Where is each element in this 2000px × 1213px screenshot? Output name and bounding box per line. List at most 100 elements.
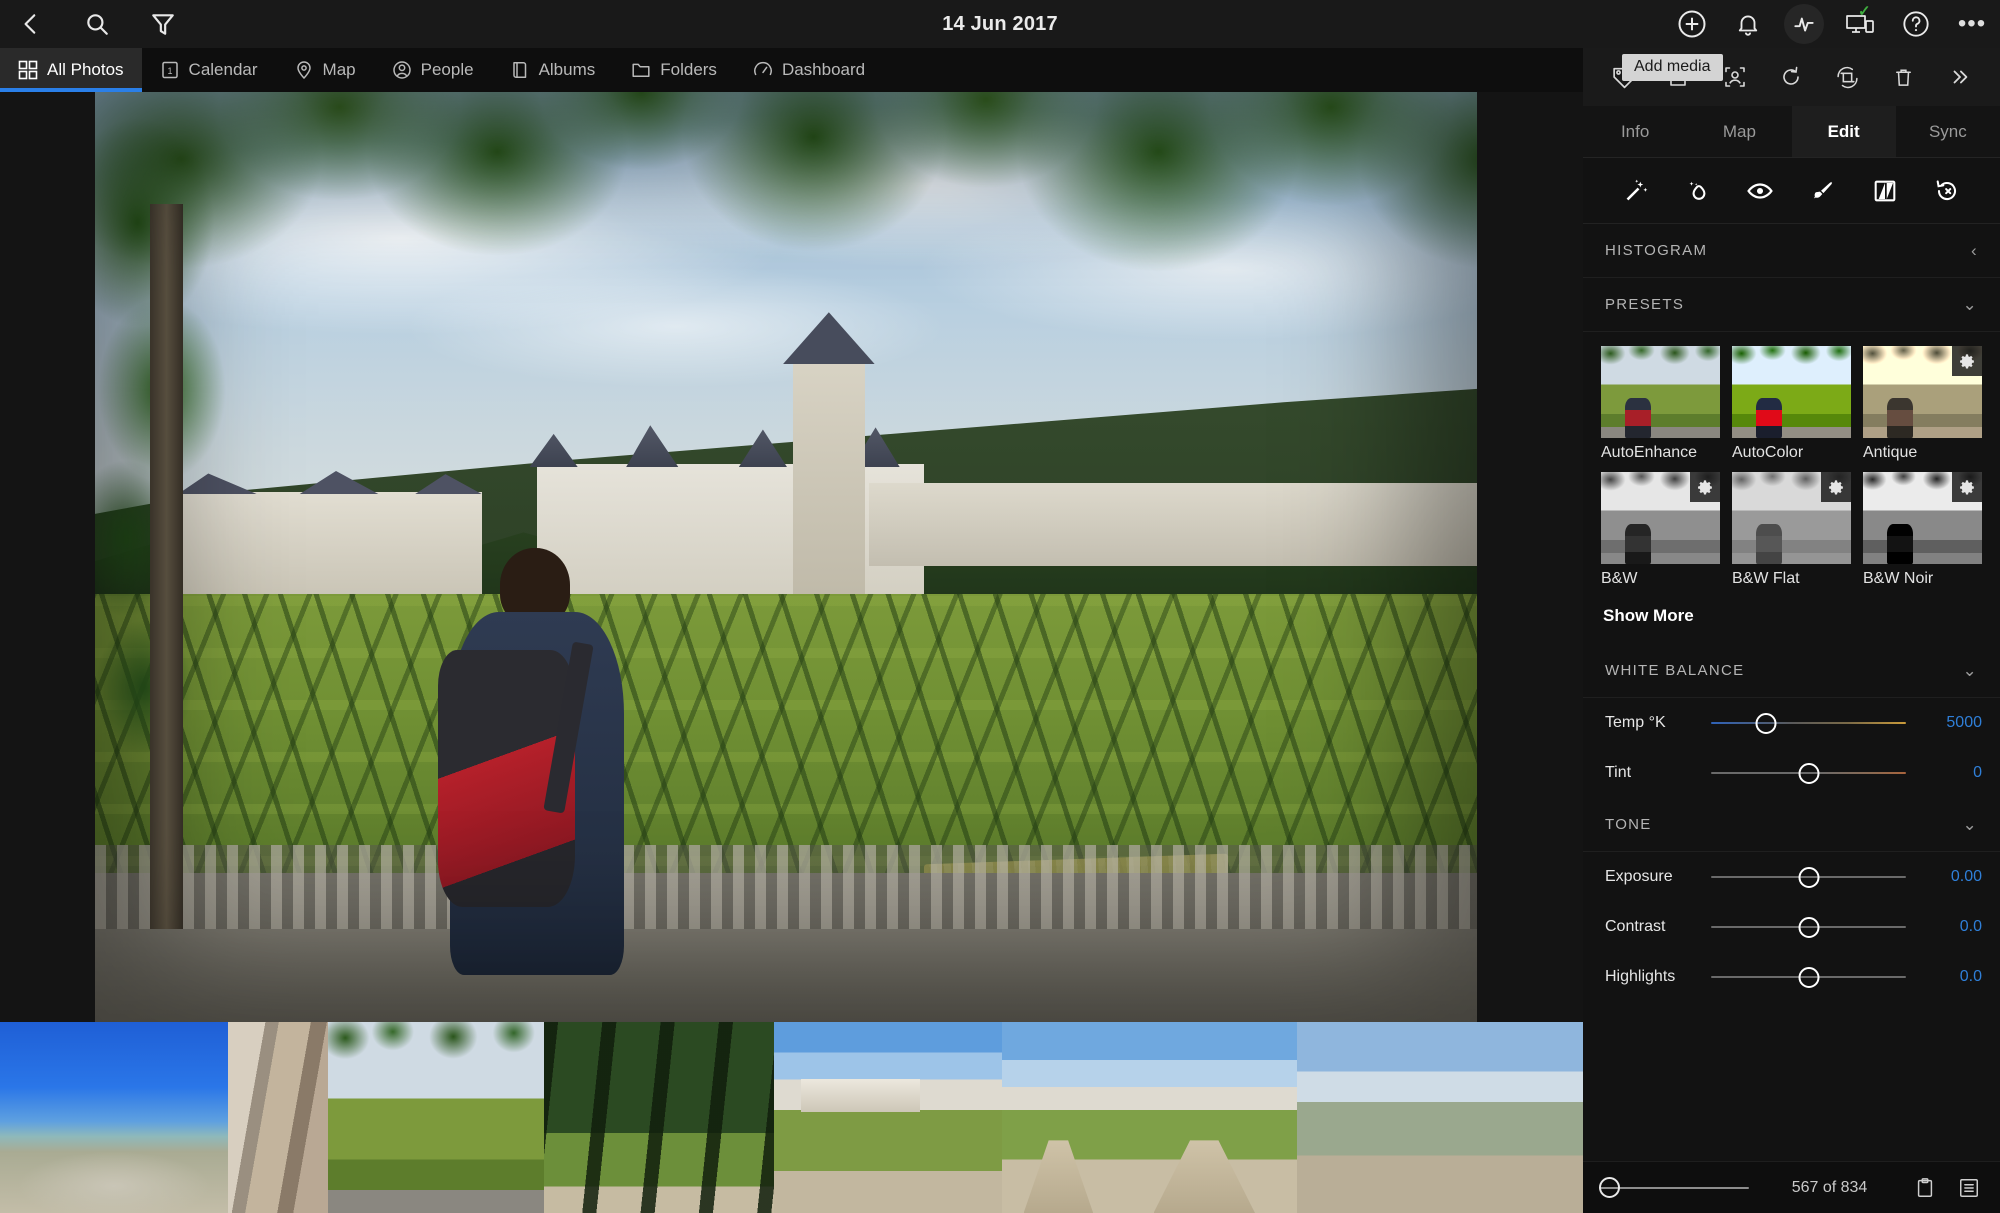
preset-thumbnail[interactable] (1732, 346, 1851, 438)
slider-knob[interactable] (1798, 916, 1819, 938)
nav-item-label: People (420, 60, 474, 79)
nav-item-map[interactable]: Map (276, 48, 374, 92)
slider-knob[interactable] (1798, 866, 1819, 888)
preset-bw-flat[interactable]: B&W Flat (1732, 472, 1851, 588)
edit-tool-row (1583, 158, 2000, 224)
preset-thumbnail[interactable] (1863, 346, 1982, 438)
add-media-tooltip: Add media (1622, 54, 1723, 81)
revert-icon[interactable] (1928, 172, 1966, 210)
devices-sync-icon[interactable]: ✓ (1840, 3, 1880, 44)
back-icon[interactable] (10, 3, 52, 45)
filmstrip-thumb-forest-path[interactable] (544, 1022, 774, 1213)
nav-item-albums[interactable]: Albums (492, 48, 614, 92)
red-eye-icon[interactable] (1741, 172, 1779, 210)
slider-value[interactable]: 5000 (1920, 714, 1982, 732)
filmstrip-thumb-street[interactable] (228, 1022, 328, 1213)
tab-sync[interactable]: Sync (1895, 106, 2000, 157)
gear-icon[interactable] (1952, 472, 1982, 502)
chevron-down-icon[interactable]: ⌄ (1962, 662, 1978, 679)
slider-track-area[interactable] (1711, 761, 1906, 785)
preset-thumbnail[interactable] (1601, 472, 1720, 564)
white-balance-section-header[interactable]: WHITE BALANCE ⌄ (1583, 644, 2000, 698)
slider-track-area[interactable] (1711, 711, 1906, 735)
slider-value[interactable]: 0.0 (1920, 968, 1982, 986)
preset-autoenhance[interactable]: AutoEnhance (1601, 346, 1720, 462)
preset-autocolor[interactable]: AutoColor (1732, 346, 1851, 462)
photo-wooden-post (150, 203, 184, 929)
slider-label: Temp °K (1605, 714, 1666, 731)
preset-antique[interactable]: Antique (1863, 346, 1982, 462)
chevron-down-icon[interactable]: ⌄ (1962, 296, 1978, 313)
thumb-image (0, 1022, 228, 1213)
slider-value[interactable]: 0.0 (1920, 918, 1982, 936)
tone-title: TONE (1605, 816, 1652, 833)
filmstrip-thumb-garden-walk[interactable] (1002, 1022, 1122, 1213)
magic-wand-icon[interactable] (1617, 172, 1655, 210)
clipboard-icon[interactable] (1910, 1173, 1940, 1203)
nav-item-people[interactable]: People (374, 48, 492, 92)
preset-bw[interactable]: B&W (1601, 472, 1720, 588)
help-icon[interactable] (1896, 4, 1936, 44)
before-after-icon[interactable] (1866, 172, 1904, 210)
nav-item-label: Albums (538, 60, 596, 79)
preset-label: B&W (1601, 570, 1638, 587)
filmstrip-thumb-city-view[interactable] (0, 1022, 228, 1213)
nav-item-calendar[interactable]: 1 Calendar (142, 48, 276, 92)
gear-icon[interactable] (1690, 472, 1720, 502)
brush-icon[interactable] (1804, 172, 1842, 210)
filmstrip[interactable] (0, 1022, 1583, 1213)
slider-track-area[interactable] (1711, 965, 1906, 989)
gear-icon[interactable] (1821, 472, 1851, 502)
gear-icon[interactable] (1952, 346, 1982, 376)
chateau-villandry-garden-photo[interactable] (95, 92, 1477, 1022)
slider-knob[interactable] (1798, 966, 1819, 988)
slider-value[interactable]: 0 (1920, 764, 1982, 782)
slider-label: Highlights (1605, 968, 1676, 985)
delete-trash-icon[interactable] (1884, 57, 1924, 97)
preset-thumbnail[interactable] (1863, 472, 1982, 564)
tone-section-header[interactable]: TONE ⌄ (1583, 798, 2000, 852)
show-more-button[interactable]: Show More (1583, 592, 2000, 644)
search-icon[interactable] (76, 3, 118, 45)
slider-track-area[interactable] (1711, 865, 1906, 889)
thumb-image (774, 1022, 1002, 1213)
spot-heal-icon[interactable] (1679, 172, 1717, 210)
filter-icon[interactable] (142, 3, 184, 45)
slider-knob[interactable] (1755, 712, 1777, 734)
preset-thumbnail[interactable] (1601, 346, 1720, 438)
more-dots-glyph: ••• (1957, 10, 1987, 37)
add-media-icon[interactable] (1672, 4, 1712, 44)
zoom-slider[interactable] (1599, 1176, 1749, 1200)
slider-knob[interactable] (1798, 762, 1819, 784)
nav-item-label: Calendar (188, 60, 258, 79)
chevron-down-icon[interactable]: ⌄ (1962, 816, 1978, 833)
presets-section-header[interactable]: PRESETS ⌄ (1583, 278, 2000, 332)
activity-pulse-icon[interactable] (1784, 4, 1824, 44)
filmstrip-thumb-edge[interactable] (1297, 1022, 1583, 1213)
slider-track-area[interactable] (1711, 915, 1906, 939)
list-view-icon[interactable] (1954, 1173, 1984, 1203)
more-options-icon[interactable]: ••• (1952, 4, 1992, 44)
tab-edit[interactable]: Edit (1791, 106, 1896, 157)
slider-value[interactable]: 0.00 (1920, 868, 1982, 886)
filmstrip-thumb-garden-avenue[interactable] (1122, 1022, 1297, 1213)
nav-item-folders[interactable]: Folders (613, 48, 735, 92)
filmstrip-thumb-villandry-garden[interactable] (328, 1022, 544, 1213)
histogram-section-header[interactable]: HISTOGRAM ‹ (1583, 224, 2000, 278)
notifications-bell-icon[interactable] (1728, 4, 1768, 44)
svg-text:1: 1 (167, 66, 172, 76)
rotate-icon[interactable] (1771, 57, 1811, 97)
filmstrip-thumb-chenonceau[interactable] (774, 1022, 1002, 1213)
chevron-left-icon[interactable]: ‹ (1971, 242, 1978, 259)
expand-more-icon[interactable] (1940, 57, 1980, 97)
preset-thumbnail[interactable] (1732, 472, 1851, 564)
preset-bw-noir[interactable]: B&W Noir (1863, 472, 1982, 588)
nav-item-dashboard[interactable]: Dashboard (735, 48, 883, 92)
zoom-slider-track (1599, 1186, 1749, 1189)
crop-rotate-icon[interactable] (1828, 57, 1868, 97)
tab-map[interactable]: Map (1687, 106, 1792, 157)
zoom-slider-knob[interactable] (1599, 1177, 1620, 1198)
tab-info[interactable]: Info (1583, 106, 1688, 157)
nav-item-all-photos[interactable]: All Photos (0, 48, 142, 92)
preset-label: B&W Noir (1863, 570, 1934, 587)
